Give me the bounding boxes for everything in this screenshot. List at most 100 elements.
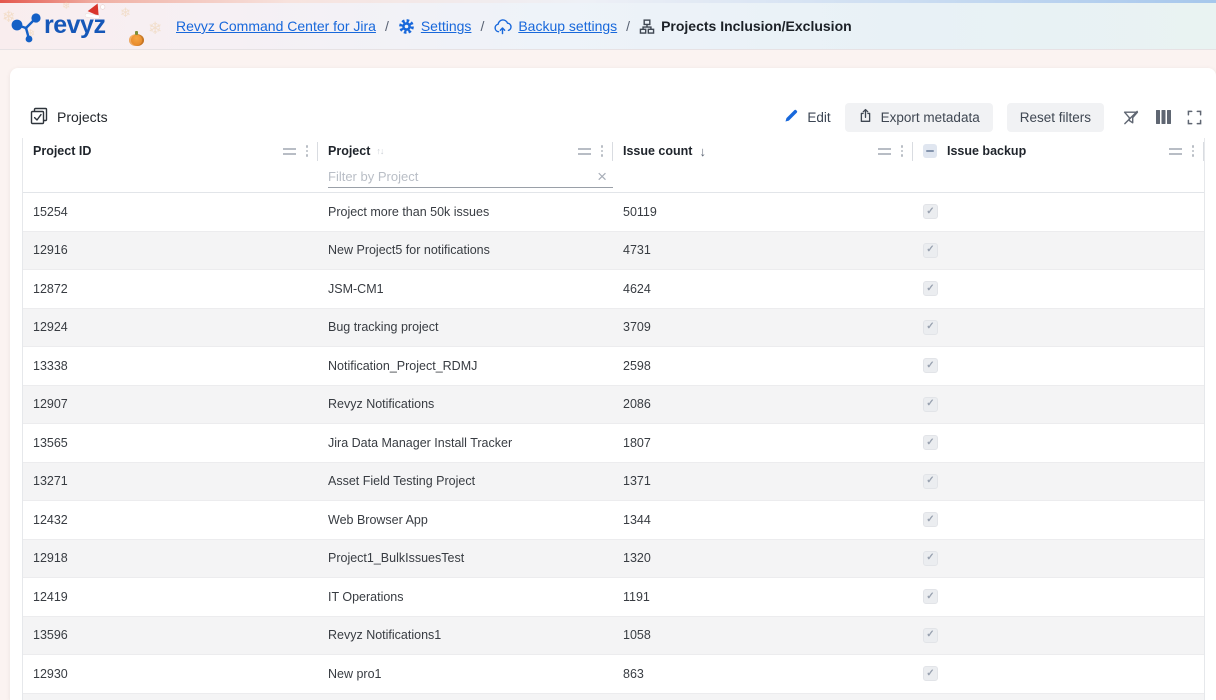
- table-row[interactable]: 15254 Project more than 50k issues 50119…: [23, 193, 1204, 232]
- table-row[interactable]: 13565 Jira Data Manager Install Tracker …: [23, 424, 1204, 463]
- cell-project: Asset Field Testing Project: [318, 463, 613, 501]
- table-icon-buttons: [1122, 109, 1202, 126]
- page-background: Projects Edit: [0, 51, 1216, 700]
- cell-project-id: 12907: [23, 386, 318, 424]
- cell-project-id: 12432: [23, 501, 318, 539]
- sort-descending-icon: ↓: [699, 144, 706, 159]
- column-menu-icon[interactable]: [306, 145, 309, 157]
- gear-icon: [398, 18, 415, 35]
- filter-handle-icon[interactable]: [283, 148, 296, 155]
- project-filter-input[interactable]: [328, 169, 597, 184]
- filter-handle-icon[interactable]: [878, 148, 891, 155]
- issue-backup-checkbox[interactable]: ✓: [923, 358, 938, 373]
- santa-hat-icon: [84, 2, 106, 20]
- cell-project-id: 13565: [23, 424, 318, 462]
- cell-issue-count: 1807: [613, 424, 913, 462]
- issue-backup-checkbox[interactable]: ✓: [923, 551, 938, 566]
- table-row[interactable]: 12907 Revyz Notifications 2086 ✓: [23, 386, 1204, 425]
- column-label: Project ID: [33, 144, 91, 158]
- issue-backup-checkbox[interactable]: ✓: [923, 628, 938, 643]
- table-row[interactable]: 12918 Project1_BulkIssuesTest 1320 ✓: [23, 540, 1204, 579]
- cell-project: Revyz Notifications: [318, 386, 613, 424]
- cell-issue-count: 1058: [613, 617, 913, 655]
- breadcrumb-command-center-link[interactable]: Revyz Command Center for Jira: [176, 18, 376, 34]
- filter-off-icon[interactable]: [1122, 109, 1140, 126]
- cell-project: Project1_BulkIssuesTest: [318, 540, 613, 578]
- cell-project-id: 12872: [23, 270, 318, 308]
- issue-backup-checkbox[interactable]: ✓: [923, 512, 938, 527]
- cell-issue-backup: ✓: [913, 347, 1204, 385]
- table-row[interactable]: 13338 Notification_Project_RDMJ 2598 ✓: [23, 347, 1204, 386]
- column-label: Issue count: [623, 144, 692, 158]
- cell-project: JSM-CM1: [318, 270, 613, 308]
- issue-backup-checkbox[interactable]: ✓: [923, 320, 938, 335]
- breadcrumb-settings-link[interactable]: Settings: [421, 18, 472, 34]
- cell-project: Bug tracking project: [318, 309, 613, 347]
- cell-issue-count: 2086: [613, 386, 913, 424]
- fullscreen-icon[interactable]: [1187, 110, 1202, 125]
- issue-backup-checkbox[interactable]: ✓: [923, 435, 938, 450]
- cell-issue-backup: ✓: [913, 232, 1204, 270]
- table-row[interactable]: 12930 New pro1 863 ✓: [23, 655, 1204, 694]
- column-header-project-id[interactable]: Project ID: [23, 138, 318, 164]
- column-header-issue-backup[interactable]: Issue backup: [913, 138, 1204, 164]
- breadcrumb-separator: /: [626, 18, 630, 34]
- breadcrumb-separator: /: [385, 18, 389, 34]
- check-icon: ✓: [926, 592, 934, 602]
- cell-issue-count: 1320: [613, 540, 913, 578]
- issue-backup-checkbox[interactable]: ✓: [923, 281, 938, 296]
- cell-project: Notification_Project_RDMJ: [318, 347, 613, 385]
- cell-project-id: 13338: [23, 347, 318, 385]
- column-label: Issue backup: [947, 144, 1026, 158]
- clear-filter-icon[interactable]: ×: [597, 168, 607, 185]
- table-row[interactable]: 12872 JSM-CM1 4624 ✓: [23, 270, 1204, 309]
- filter-handle-icon[interactable]: [578, 148, 591, 155]
- cell-issue-count: 1191: [613, 578, 913, 616]
- issue-backup-checkbox[interactable]: ✓: [923, 474, 938, 489]
- cell-issue-count: 2598: [613, 347, 913, 385]
- column-menu-icon[interactable]: [1192, 145, 1195, 157]
- cell-issue-backup: ✓: [913, 463, 1204, 501]
- table-row[interactable]: 13271 Asset Field Testing Project 1371 ✓: [23, 463, 1204, 502]
- column-header-issue-count[interactable]: Issue count ↓: [613, 138, 913, 164]
- edit-button[interactable]: Edit: [784, 108, 830, 126]
- reset-filters-label: Reset filters: [1020, 110, 1091, 125]
- issue-backup-checkbox[interactable]: ✓: [923, 589, 938, 604]
- table-row[interactable]: 12432 Web Browser App 1344 ✓: [23, 501, 1204, 540]
- issue-backup-checkbox[interactable]: ✓: [923, 397, 938, 412]
- breadcrumb-backup-settings-link[interactable]: Backup settings: [518, 18, 617, 34]
- reset-filters-button[interactable]: Reset filters: [1007, 103, 1104, 132]
- table-row[interactable]: 12924 Bug tracking project 3709 ✓: [23, 309, 1204, 348]
- cell-issue-count: 3709: [613, 309, 913, 347]
- check-icon: ✓: [926, 284, 934, 294]
- check-icon: ✓: [926, 361, 934, 371]
- column-menu-icon[interactable]: [901, 145, 904, 157]
- issue-backup-checkbox[interactable]: ✓: [923, 666, 938, 681]
- check-icon: ✓: [926, 669, 934, 679]
- project-filter-field: ×: [328, 165, 613, 188]
- cell-issue-count: 1344: [613, 501, 913, 539]
- column-separator: [1203, 142, 1204, 161]
- snowflake-icon: ❄: [148, 19, 162, 39]
- column-menu-icon[interactable]: [601, 145, 604, 157]
- cell-project: IT Operations: [318, 578, 613, 616]
- partial-next-row: [23, 694, 1204, 700]
- filter-handle-icon[interactable]: [1169, 148, 1182, 155]
- table-row[interactable]: 12916 New Project5 for notifications 473…: [23, 232, 1204, 271]
- check-icon: ✓: [926, 207, 934, 217]
- export-metadata-button[interactable]: Export metadata: [845, 103, 993, 132]
- cloud-upload-icon: [493, 18, 512, 35]
- cell-project-id: 12419: [23, 578, 318, 616]
- check-icon: ✓: [926, 630, 934, 640]
- column-header-project[interactable]: Project ↑↓: [318, 138, 613, 164]
- check-icon: ✓: [926, 399, 934, 409]
- table-header-row: Project ID Project ↑↓ Issue count ↓: [23, 138, 1204, 164]
- select-all-checkbox-indeterminate[interactable]: [923, 144, 937, 158]
- cell-issue-backup: ✓: [913, 193, 1204, 231]
- table-row[interactable]: 12419 IT Operations 1191 ✓: [23, 578, 1204, 617]
- table-row[interactable]: 13596 Revyz Notifications1 1058 ✓: [23, 617, 1204, 656]
- issue-backup-checkbox[interactable]: ✓: [923, 204, 938, 219]
- export-metadata-label: Export metadata: [881, 110, 980, 125]
- columns-icon[interactable]: [1155, 109, 1172, 125]
- issue-backup-checkbox[interactable]: ✓: [923, 243, 938, 258]
